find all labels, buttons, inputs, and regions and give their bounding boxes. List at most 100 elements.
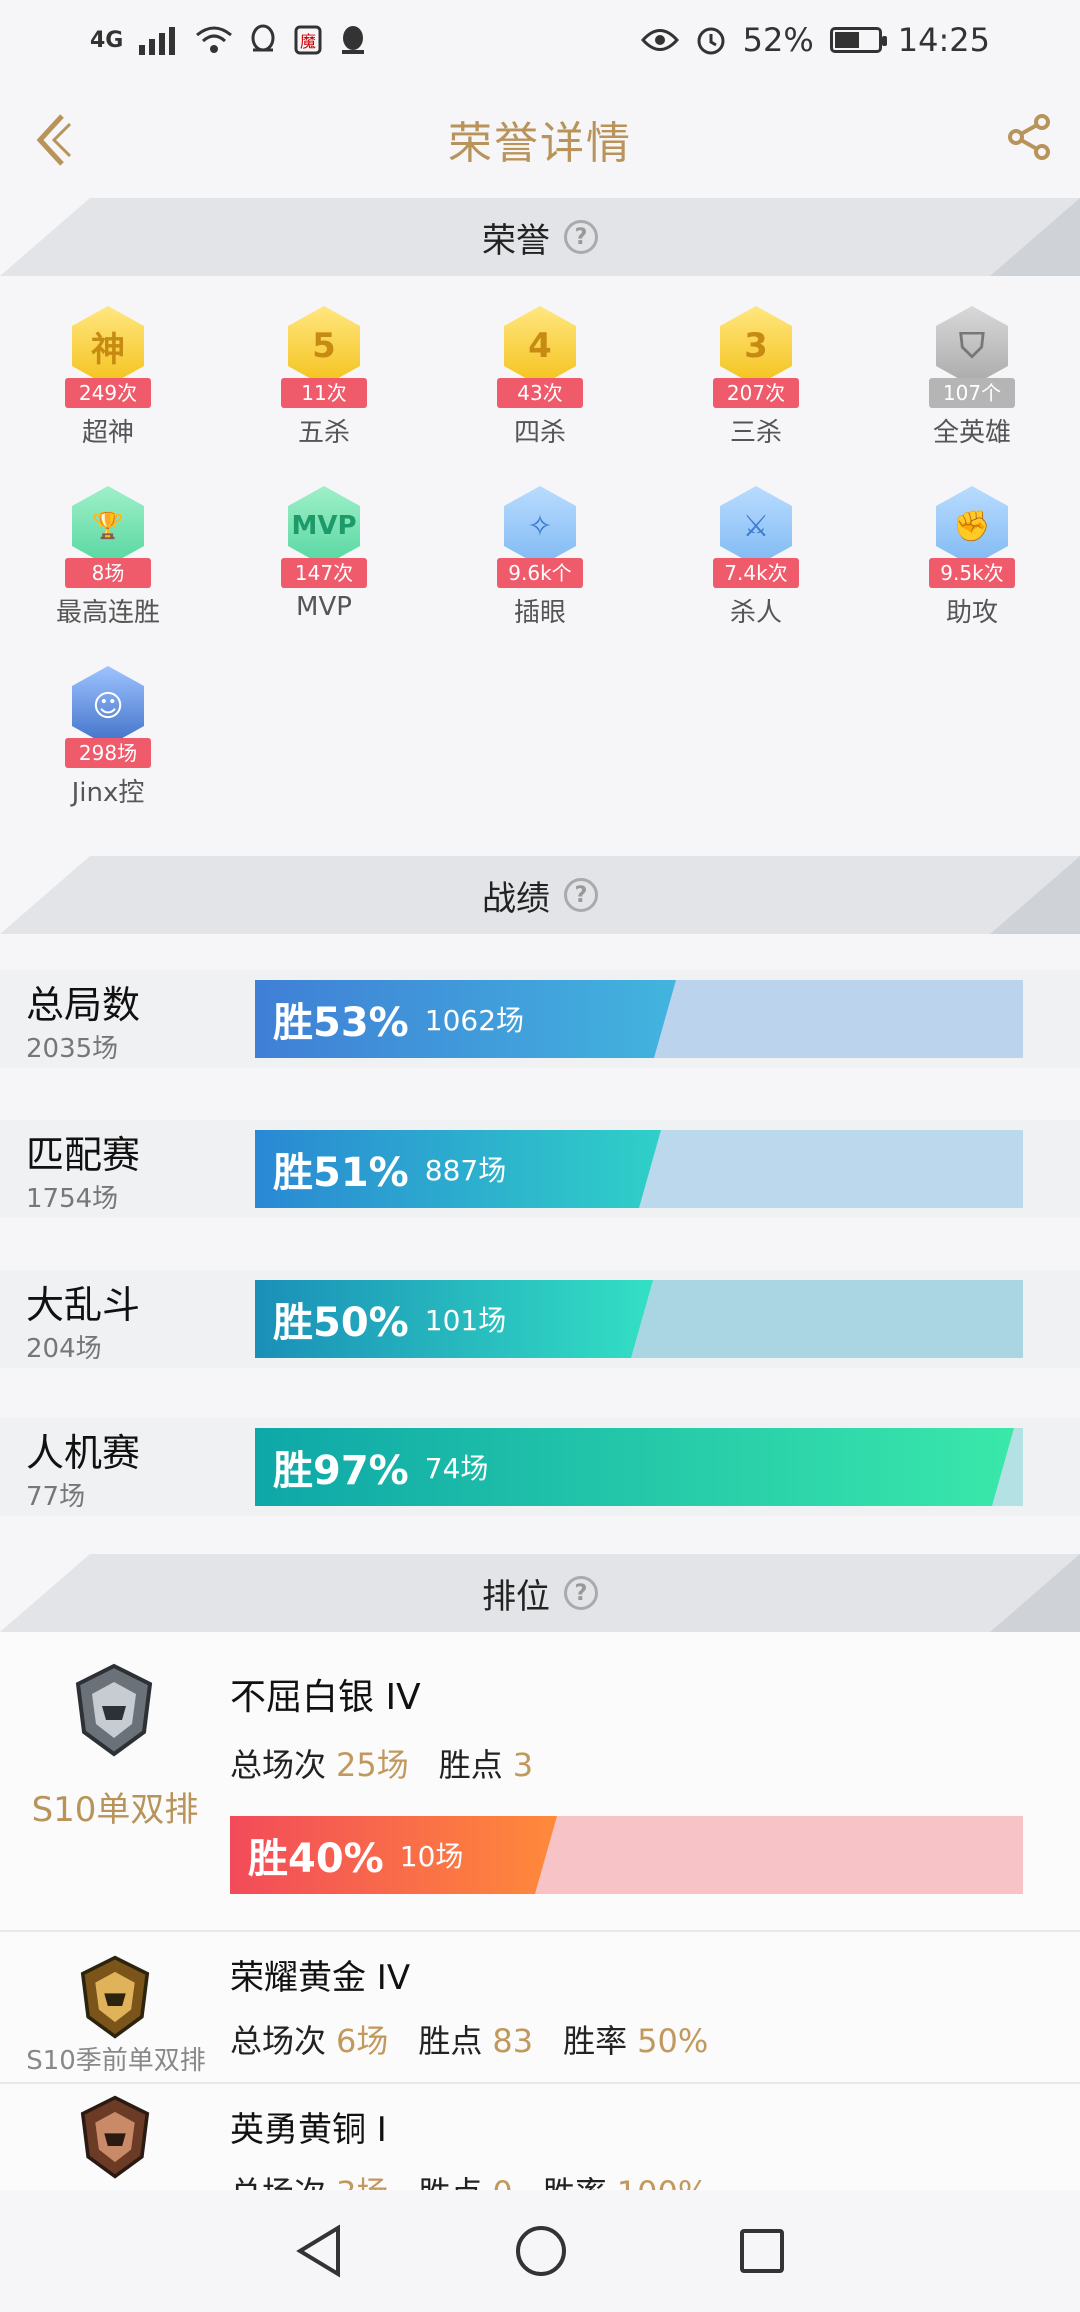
network-indicator: 4G	[90, 27, 124, 53]
honor-badge: ⚔ 7.4k次	[708, 486, 804, 588]
honor-badge-icon: 4	[504, 306, 576, 386]
back-nav-icon[interactable]	[294, 2224, 344, 2278]
honor-label: 助攻	[945, 598, 998, 628]
honor-badge-icon: 🏆	[72, 486, 144, 566]
honor-count: 9.6k个	[497, 558, 583, 588]
honor-count: 7.4k次	[713, 558, 799, 588]
section-title: 排位	[482, 1576, 550, 1617]
status-bar: 4G 魔 52% 14:25	[0, 0, 1080, 80]
honor-label: 四杀	[513, 418, 566, 448]
honor-badge: 🏆 8场	[60, 486, 156, 588]
honor-badge: MVP 147次	[276, 486, 372, 588]
tier-name: 荣耀黄金 IV	[230, 1958, 411, 1998]
honor-count: 11次	[281, 378, 367, 408]
mode-total: 204场	[26, 1334, 102, 1364]
games-label: 总场次	[230, 2174, 326, 2190]
help-icon[interactable]: ?	[564, 878, 598, 912]
honor-item[interactable]: ⚔ 7.4k次杀人	[648, 480, 864, 629]
winrate-bar: 胜51% 887场	[255, 1130, 1023, 1208]
honor-section-header: 荣誉 ?	[0, 198, 1080, 276]
queue-name: S10单双排	[31, 1790, 199, 1830]
winrate-label: 胜率	[543, 2174, 607, 2190]
system-nav-bar	[0, 2190, 1080, 2312]
record-section-header: 战绩 ?	[0, 856, 1080, 934]
honor-count: 249次	[65, 378, 151, 408]
honor-label: 杀人	[729, 598, 782, 628]
honor-item[interactable]: ✧ 9.6k个插眼	[432, 480, 648, 629]
honor-count: 9.5k次	[929, 558, 1015, 588]
honor-badge-icon: ⛉	[936, 306, 1008, 386]
winrate-bar: 胜53% 1062场	[255, 980, 1023, 1058]
honor-count: 107个	[929, 378, 1015, 408]
honor-badge: 神 249次	[60, 306, 156, 408]
honor-count: 43次	[497, 378, 583, 408]
ranked-card[interactable]: 英勇黄铜 I 总场次 3场 胜点 0 胜率 100%	[0, 2084, 1080, 2190]
honor-item[interactable]: 3 207次 三杀	[648, 300, 864, 449]
honor-item[interactable]: MVP 147次 MVP	[216, 480, 432, 622]
honor-count: 207次	[713, 378, 799, 408]
honor-item[interactable]: 4 43次四杀	[432, 300, 648, 449]
honor-item[interactable]: 神 249次超神	[0, 300, 216, 449]
honor-label: 插眼	[513, 598, 566, 628]
games-value: 6场	[336, 2022, 389, 2060]
ranked-stats: 总场次 3场 胜点 0 胜率 100%	[230, 2168, 738, 2190]
back-arrow-icon[interactable]	[30, 110, 80, 170]
record-row[interactable]: 匹配赛 1754场 胜51% 887场	[0, 1120, 1080, 1218]
honor-item[interactable]: ✊ 9.5k次助攻	[864, 480, 1080, 629]
winrate-percent: 胜51%	[273, 1150, 409, 1196]
eye-comfort-icon	[640, 29, 679, 51]
mode-name: 人机赛	[26, 1431, 141, 1475]
winrate-percent: 胜50%	[273, 1300, 409, 1346]
mode-name: 匹配赛	[26, 1133, 141, 1177]
honor-count: 8场	[65, 558, 151, 588]
honor-badge: ⛉ 107个	[924, 306, 1020, 408]
ranked-card[interactable]: S10单双排 不屈白银 IV 总场次 25场 胜点 3 胜40% 10场	[0, 1632, 1080, 1932]
battery-icon	[829, 27, 887, 53]
ranked-card[interactable]: S10季前单双排 荣耀黄金 IV 总场次 6场 胜点 83 胜率 50%	[0, 1932, 1080, 2084]
record-row[interactable]: 大乱斗 204场 胜50% 101场	[0, 1270, 1080, 1368]
home-nav-icon[interactable]	[514, 2224, 568, 2278]
lp-label: 胜点	[418, 2022, 483, 2060]
app-notification-icon: 魔	[294, 25, 322, 55]
help-icon[interactable]: ?	[564, 220, 598, 254]
winrate-percent: 胜40%	[248, 1836, 384, 1882]
honor-label: 最高连胜	[55, 598, 160, 628]
honor-count: 298场	[65, 738, 151, 768]
mode-total: 77场	[26, 1482, 86, 1512]
section-title: 战绩	[482, 878, 550, 919]
honor-label: 超神	[81, 418, 134, 448]
honor-item[interactable]: ☺ 298场 Jinx控	[0, 660, 216, 809]
record-row[interactable]: 人机赛 77场 胜97% 74场	[0, 1418, 1080, 1516]
winrate-bar: 胜50% 101场	[255, 1280, 1023, 1358]
battery-percent: 52%	[742, 21, 814, 59]
honor-item[interactable]: 5 11次 五杀	[216, 300, 432, 449]
honor-badge: 4 43次	[492, 306, 588, 408]
honor-badge-icon: 神	[72, 306, 144, 386]
lp-label: 胜点	[418, 2174, 482, 2190]
svg-text:魔: 魔	[300, 32, 316, 51]
help-icon[interactable]: ?	[564, 1576, 598, 1610]
section-title: 荣誉	[482, 220, 550, 261]
honor-badge-icon: ☺	[72, 666, 144, 746]
wifi-icon	[196, 26, 233, 53]
honor-badge: ✧ 9.6k个	[492, 486, 588, 588]
silver-emblem-icon	[75, 1663, 153, 1757]
share-icon[interactable]	[1006, 114, 1052, 160]
lp-value: 3	[512, 1746, 534, 1784]
honor-item[interactable]: 🏆 8场最高连胜	[0, 480, 216, 629]
ranked-stats: 总场次 25场 胜点 3	[230, 1740, 563, 1786]
honor-badge-icon: ✊	[936, 486, 1008, 566]
record-row[interactable]: 总局数 2035场 胜53% 1062场	[0, 970, 1080, 1068]
qq-filled-icon	[342, 26, 365, 54]
ranked-stats: 总场次 6场 胜点 83 胜率 50%	[230, 2016, 738, 2062]
winrate-percent: 胜97%	[273, 1448, 409, 1494]
lp-value: 0	[492, 2174, 512, 2190]
honor-badge-icon: MVP	[288, 486, 360, 566]
honor-item[interactable]: ⛉ 107个 全英雄	[864, 300, 1080, 449]
recents-nav-icon[interactable]	[738, 2227, 786, 2275]
top-app-bar: 荣誉详情	[0, 80, 1080, 198]
mode-name: 大乱斗	[26, 1283, 141, 1327]
games-label: 总场次	[230, 2022, 327, 2060]
qq-icon	[251, 24, 275, 52]
bronze-emblem-icon	[80, 2095, 150, 2179]
